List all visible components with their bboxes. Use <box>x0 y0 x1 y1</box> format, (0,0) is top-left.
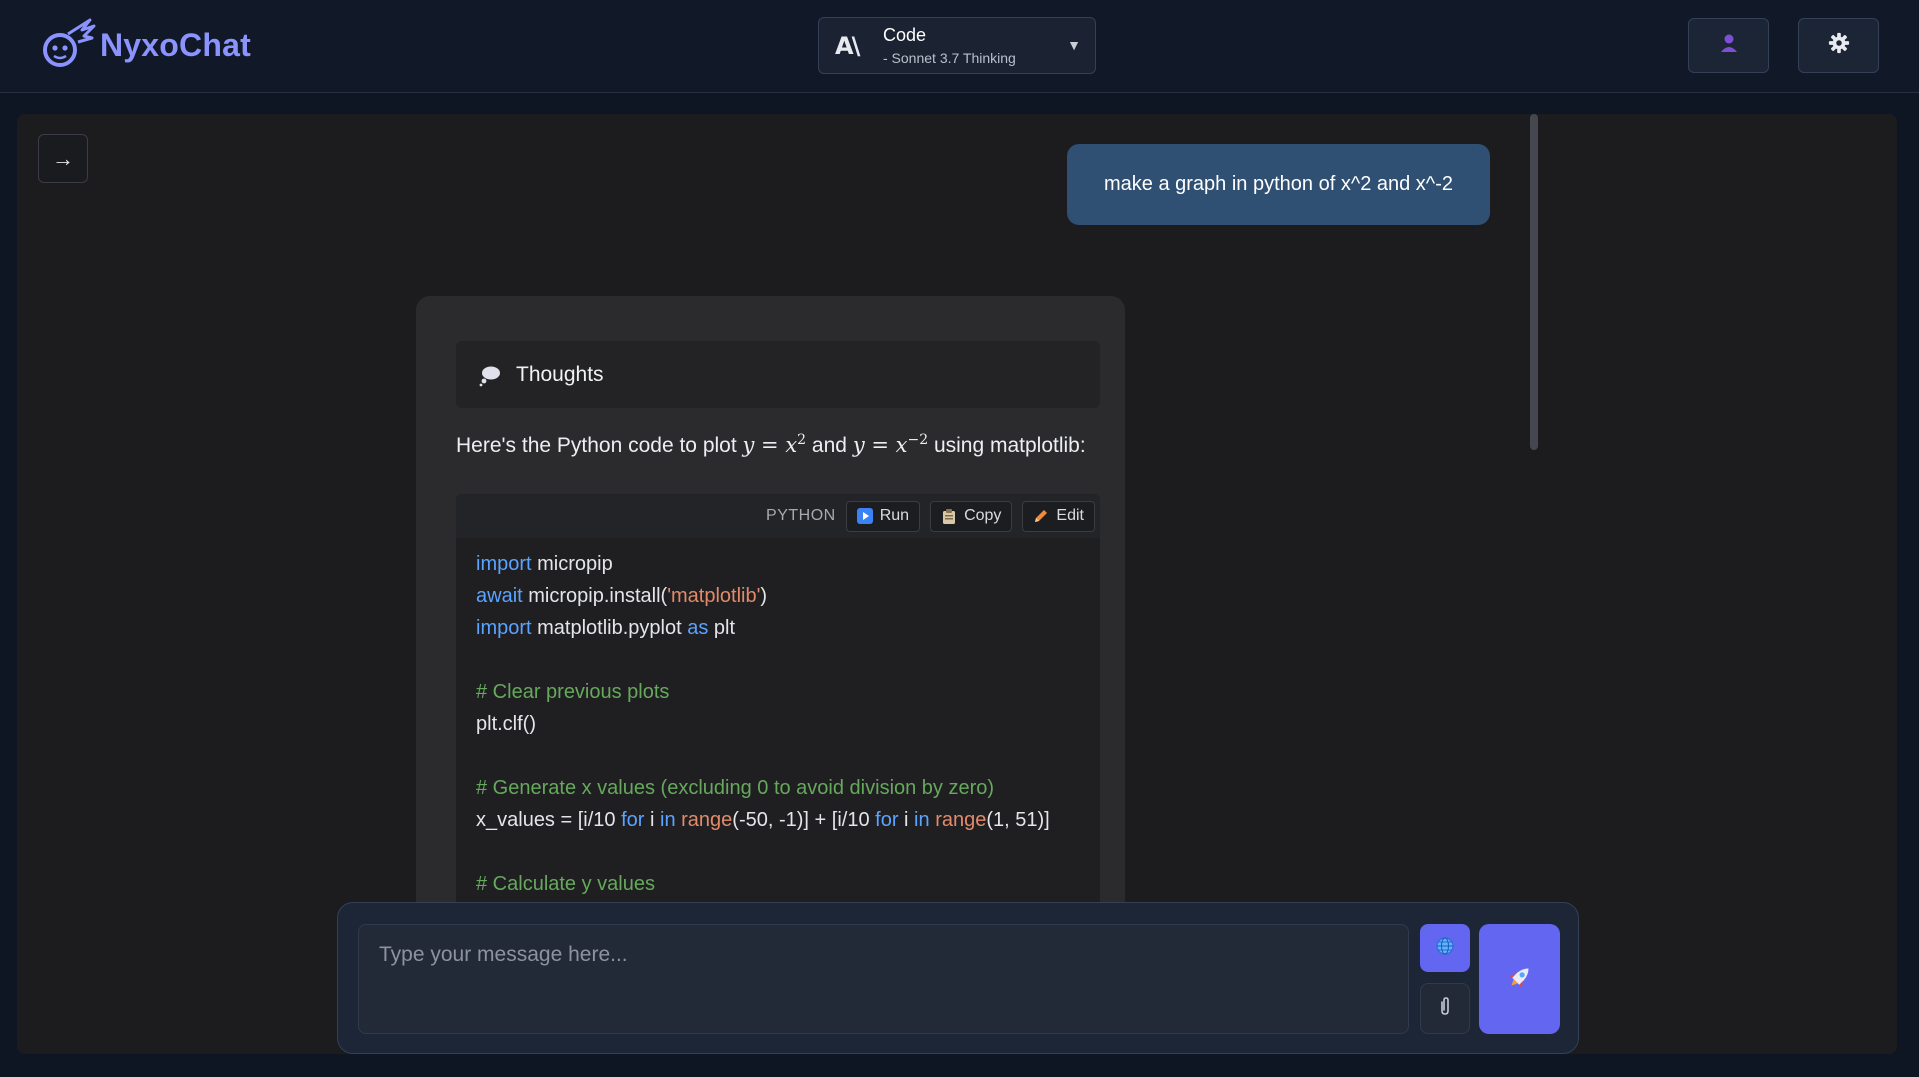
edit-code-button[interactable]: Edit <box>1022 500 1095 532</box>
paperclip-icon <box>1438 996 1452 1021</box>
anthropic-logo-icon: A\ <box>835 31 860 60</box>
code-token: plt <box>708 617 736 639</box>
code-token: plt.clf() <box>476 713 536 735</box>
code-token: range <box>681 809 733 831</box>
run-label: Run <box>879 507 910 524</box>
nyxo-ghost-logo-icon <box>38 16 96 74</box>
message-input[interactable] <box>358 924 1409 1034</box>
web-search-button[interactable] <box>1420 924 1470 972</box>
code-token: i <box>644 809 660 831</box>
play-icon <box>856 508 873 524</box>
code-token: as <box>687 617 709 639</box>
user-icon <box>1719 33 1739 58</box>
assistant-intro-text: Here's the Python code to plot y = x2 an… <box>456 432 1116 458</box>
math-expression-1: y = x2 <box>742 432 807 457</box>
globe-icon <box>1435 936 1455 961</box>
code-token: # Clear previous plots <box>476 681 670 703</box>
brand-name: NyxoChat <box>100 26 251 63</box>
run-code-button[interactable]: Run <box>845 500 921 532</box>
code-token: x_values = [i/10 <box>476 809 622 831</box>
code-token: range <box>935 809 987 831</box>
thoughts-label: Thoughts <box>516 362 604 386</box>
code-line: await micropip.install('matplotlib') <box>476 580 1080 612</box>
top-header: NyxoChat A\ Code - Sonnet 3.7 Thinking ▼ <box>0 0 1919 93</box>
code-line: # Calculate y values <box>476 868 1080 900</box>
send-button[interactable] <box>1479 924 1560 1034</box>
math-1-base: y = x <box>742 433 798 457</box>
model-text: Code - Sonnet 3.7 Thinking <box>883 26 1016 65</box>
chat-scrollbar[interactable] <box>1530 114 1538 450</box>
code-line: import micropip <box>476 548 1080 580</box>
code-token: i <box>898 809 915 831</box>
user-message: make a graph in python of x^2 and x^-2 <box>1067 144 1490 225</box>
code-token: in <box>660 809 676 831</box>
model-name: Code <box>883 25 927 45</box>
code-token: import <box>476 617 532 639</box>
edit-label: Edit <box>1056 507 1084 524</box>
code-token: ) <box>760 585 768 607</box>
thought-bubble-icon <box>478 363 502 387</box>
code-content: import micropip await micropip.install('m… <box>456 538 1100 900</box>
assistant-message: Thoughts Here's the Python code to plot … <box>416 296 1125 936</box>
intro-after: using matplotlib: <box>928 434 1086 457</box>
math-2-base: y = x <box>852 433 908 457</box>
user-profile-button[interactable] <box>1688 18 1769 73</box>
code-token: (-50, -1)] + [i/10 <box>732 809 876 831</box>
message-composer <box>337 902 1579 1054</box>
copy-label: Copy <box>964 507 1002 524</box>
code-token: for <box>875 809 899 831</box>
model-selector[interactable]: A\ Code - Sonnet 3.7 Thinking ▼ <box>818 17 1096 74</box>
code-line: # Generate x values (excluding 0 to avoi… <box>476 772 1080 804</box>
code-line: # Clear previous plots <box>476 676 1080 708</box>
math-1-exponent: 2 <box>797 432 807 448</box>
math-expression-2: y = x−2 <box>852 432 929 457</box>
math-2-exponent: −2 <box>907 432 929 448</box>
code-toolbar: PYTHON Run Copy Edit <box>456 494 1100 538</box>
code-token: matplotlib.pyplot <box>531 617 688 639</box>
code-line: plt.clf() <box>476 708 1080 740</box>
settings-button[interactable] <box>1798 18 1879 73</box>
code-language-label: PYTHON <box>766 507 836 524</box>
code-line: import matplotlib.pyplot as plt <box>476 612 1080 644</box>
code-token: in <box>914 809 930 831</box>
model-subtitle: - Sonnet 3.7 Thinking <box>883 50 1016 66</box>
gear-icon <box>1828 32 1850 59</box>
pencil-icon <box>1033 508 1049 524</box>
code-token: (1, 51)] <box>986 809 1050 831</box>
copy-code-button[interactable]: Copy <box>930 500 1013 532</box>
code-token: await <box>476 585 523 607</box>
code-token: for <box>621 809 645 831</box>
chevron-down-icon: ▼ <box>1067 37 1081 53</box>
intro-and: and <box>806 434 853 457</box>
code-token: micropip <box>531 553 613 575</box>
code-token: micropip.install( <box>522 585 668 607</box>
code-token: # Generate x values (excluding 0 to avoi… <box>476 777 995 799</box>
code-block: PYTHON Run Copy Edit import micropip awa… <box>456 494 1100 936</box>
code-token: import <box>476 553 532 575</box>
thoughts-toggle[interactable]: Thoughts <box>456 341 1100 408</box>
attach-file-button[interactable] <box>1420 983 1470 1034</box>
code-token: 'matplotlib' <box>667 585 761 607</box>
brand[interactable]: NyxoChat <box>38 10 251 80</box>
rocket-icon <box>1505 962 1535 997</box>
code-line: x_values = [i/10 for i in range(-50, -1)… <box>476 804 1080 836</box>
code-token: # Calculate y values <box>476 873 655 895</box>
clipboard-icon <box>941 508 957 524</box>
intro-before: Here's the Python code to plot <box>456 434 743 457</box>
sidebar-toggle-button[interactable]: → <box>38 134 88 183</box>
